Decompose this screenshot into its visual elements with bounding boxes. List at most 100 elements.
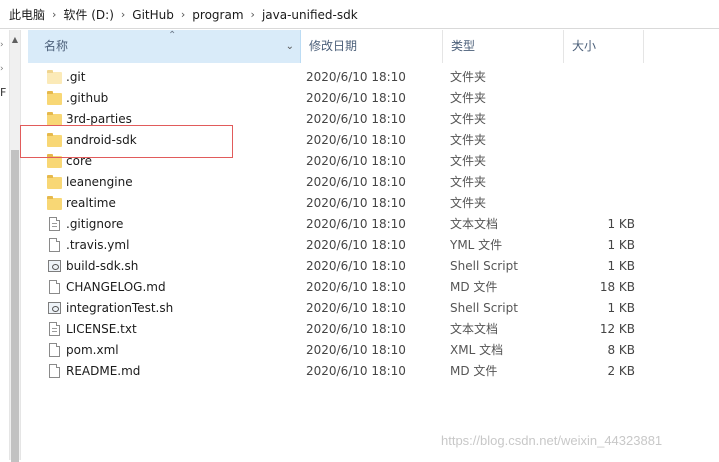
file-date: 2020/6/10 18:10 bbox=[306, 91, 406, 105]
file-size: 8 KB bbox=[607, 343, 635, 357]
column-header-name-label: 名称 bbox=[44, 39, 69, 53]
file-date: 2020/6/10 18:10 bbox=[306, 238, 406, 252]
file-row-license-txt[interactable]: LICENSE.txt 2020/6/10 18:10 文本文档 12 KB bbox=[21, 319, 719, 340]
column-header-name[interactable]: ⌃ 名称 ⌄ bbox=[28, 30, 301, 63]
file-row-changelog-md[interactable]: CHANGELOG.md 2020/6/10 18:10 MD 文件 18 KB bbox=[21, 277, 719, 298]
column-header-type-label: 类型 bbox=[451, 39, 476, 53]
scrollbar-thumb[interactable] bbox=[11, 150, 19, 462]
chevron-right-icon[interactable]: › bbox=[0, 64, 4, 74]
file-row-leanengine[interactable]: leanengine 2020/6/10 18:10 文件夹 bbox=[21, 172, 719, 193]
file-name: LICENSE.txt bbox=[66, 322, 137, 336]
column-header-row: ⌃ 名称 ⌄ 修改日期 类型 大小 bbox=[21, 30, 719, 63]
file-date: 2020/6/10 18:10 bbox=[306, 259, 406, 273]
file-type: 文件夹 bbox=[450, 154, 487, 168]
document-icon bbox=[47, 343, 63, 358]
file-date: 2020/6/10 18:10 bbox=[306, 70, 406, 84]
file-type: 文件夹 bbox=[450, 133, 487, 147]
file-name: .github bbox=[66, 91, 109, 105]
chevron-right-icon[interactable]: › bbox=[177, 8, 189, 21]
file-name: build-sdk.sh bbox=[66, 259, 139, 273]
document-icon bbox=[47, 364, 63, 379]
column-header-size[interactable]: 大小 bbox=[564, 30, 644, 63]
file-name: CHANGELOG.md bbox=[66, 280, 166, 294]
chevron-right-icon[interactable]: › bbox=[0, 40, 4, 50]
address-bar[interactable]: 此电脑 › 软件 (D:) › GitHub › program › java-… bbox=[0, 0, 719, 29]
file-row-build-sdk-sh[interactable]: build-sdk.sh 2020/6/10 18:10 Shell Scrip… bbox=[21, 256, 719, 277]
file-row-readme-md[interactable]: README.md 2020/6/10 18:10 MD 文件 2 KB bbox=[21, 361, 719, 382]
file-date: 2020/6/10 18:10 bbox=[306, 322, 406, 336]
script-icon bbox=[47, 259, 63, 274]
file-type: 文件夹 bbox=[450, 196, 487, 210]
folder-icon bbox=[47, 175, 63, 190]
highlight-box bbox=[20, 125, 233, 158]
file-row-travis-yml[interactable]: .travis.yml 2020/6/10 18:10 YML 文件 1 KB bbox=[21, 235, 719, 256]
scroll-up-arrow-icon[interactable]: ▲ bbox=[10, 35, 20, 44]
breadcrumb-current-folder[interactable]: java-unified-sdk bbox=[259, 8, 361, 22]
file-type: 文件夹 bbox=[450, 112, 487, 126]
sort-ascending-icon: ⌃ bbox=[168, 30, 177, 41]
navigation-pane[interactable]: › › F bbox=[0, 30, 9, 460]
file-date: 2020/6/10 18:10 bbox=[306, 364, 406, 378]
file-type: 文件夹 bbox=[450, 175, 487, 189]
document-icon bbox=[47, 280, 63, 295]
breadcrumb-drive-d[interactable]: 软件 (D:) bbox=[60, 6, 116, 23]
chevron-right-icon[interactable]: › bbox=[117, 8, 129, 21]
file-name: realtime bbox=[66, 196, 116, 210]
file-date: 2020/6/10 18:10 bbox=[306, 133, 406, 147]
column-header-date[interactable]: 修改日期 bbox=[301, 30, 443, 63]
file-type: 文本文档 bbox=[450, 322, 499, 336]
file-row-realtime[interactable]: realtime 2020/6/10 18:10 文件夹 bbox=[21, 193, 719, 214]
file-type: 文件夹 bbox=[450, 91, 487, 105]
file-type: YML 文件 bbox=[450, 238, 503, 252]
breadcrumb: 此电脑 › 软件 (D:) › GitHub › program › java-… bbox=[6, 0, 361, 29]
file-type: MD 文件 bbox=[450, 364, 498, 378]
file-name: pom.xml bbox=[66, 343, 119, 357]
file-date: 2020/6/10 18:10 bbox=[306, 280, 406, 294]
file-date: 2020/6/10 18:10 bbox=[306, 154, 406, 168]
watermark: https://blog.csdn.net/weixin_44323881 bbox=[441, 433, 663, 448]
folder-icon bbox=[47, 196, 63, 211]
file-date: 2020/6/10 18:10 bbox=[306, 343, 406, 357]
document-icon bbox=[47, 238, 63, 253]
file-size: 12 KB bbox=[599, 322, 635, 336]
file-size: 1 KB bbox=[607, 301, 635, 315]
file-size: 18 KB bbox=[599, 280, 635, 294]
column-header-type[interactable]: 类型 bbox=[443, 30, 564, 63]
chevron-right-icon[interactable]: › bbox=[48, 8, 60, 21]
nav-scrollbar[interactable]: ▲ bbox=[9, 30, 21, 462]
chevron-right-icon[interactable]: › bbox=[247, 8, 259, 21]
file-row-gitignore[interactable]: .gitignore 2020/6/10 18:10 文本文档 1 KB bbox=[21, 214, 719, 235]
file-size: 1 KB bbox=[607, 259, 635, 273]
folder-icon bbox=[47, 70, 63, 85]
script-icon bbox=[47, 301, 63, 316]
column-header-size-label: 大小 bbox=[572, 39, 597, 53]
file-name: integrationTest.sh bbox=[66, 301, 174, 315]
file-list: .git 2020/6/10 18:10 文件夹 .github 2020/6/… bbox=[21, 67, 719, 382]
file-name: .git bbox=[66, 70, 86, 84]
file-type: Shell Script bbox=[450, 259, 518, 273]
file-size: 1 KB bbox=[607, 217, 635, 231]
file-name: leanengine bbox=[66, 175, 133, 189]
file-row-git[interactable]: .git 2020/6/10 18:10 文件夹 bbox=[21, 67, 719, 88]
file-type: 文件夹 bbox=[450, 70, 487, 84]
file-row-github[interactable]: .github 2020/6/10 18:10 文件夹 bbox=[21, 88, 719, 109]
file-name: .travis.yml bbox=[66, 238, 130, 252]
nav-item-label: F bbox=[0, 86, 7, 99]
file-row-pom-xml[interactable]: pom.xml 2020/6/10 18:10 XML 文档 8 KB bbox=[21, 340, 719, 361]
file-name: README.md bbox=[66, 364, 141, 378]
file-type: Shell Script bbox=[450, 301, 518, 315]
file-date: 2020/6/10 18:10 bbox=[306, 112, 406, 126]
file-date: 2020/6/10 18:10 bbox=[306, 196, 406, 210]
text-document-icon bbox=[47, 322, 63, 337]
file-date: 2020/6/10 18:10 bbox=[306, 175, 406, 189]
breadcrumb-program[interactable]: program bbox=[189, 8, 246, 22]
file-row-integrationtest-sh[interactable]: integrationTest.sh 2020/6/10 18:10 Shell… bbox=[21, 298, 719, 319]
file-type: XML 文档 bbox=[450, 343, 504, 357]
file-date: 2020/6/10 18:10 bbox=[306, 217, 406, 231]
file-size: 1 KB bbox=[607, 238, 635, 252]
breadcrumb-this-pc[interactable]: 此电脑 bbox=[6, 6, 48, 23]
file-name: .gitignore bbox=[66, 217, 124, 231]
column-header-date-label: 修改日期 bbox=[309, 39, 358, 53]
chevron-down-icon[interactable]: ⌄ bbox=[286, 30, 294, 63]
file-date: 2020/6/10 18:10 bbox=[306, 301, 406, 315]
